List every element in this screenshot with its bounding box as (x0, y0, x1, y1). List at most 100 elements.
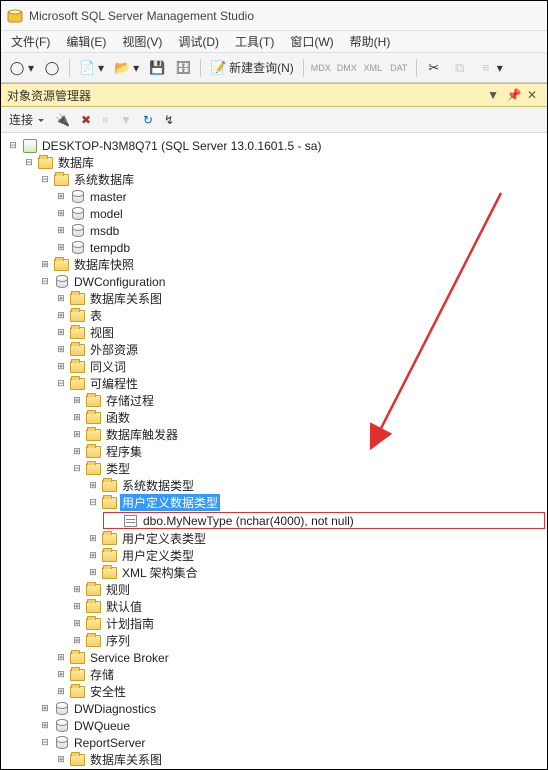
rs-diagram-node[interactable]: ⊞数据库关系图 (55, 751, 545, 768)
expand-icon[interactable]: ⊞ (55, 686, 67, 698)
expand-icon[interactable]: ⊞ (55, 225, 67, 237)
close-panel-button[interactable]: ✕ (523, 86, 541, 104)
collapse-icon[interactable]: ⊟ (39, 737, 51, 749)
mdx-button[interactable]: MDX (309, 58, 333, 78)
security-node[interactable]: ⊞安全性 (55, 683, 545, 700)
menu-view[interactable]: 视图(V) (114, 31, 170, 52)
expand-icon[interactable]: ⊞ (71, 601, 83, 613)
sp-node[interactable]: ⊞存储过程 (71, 392, 545, 409)
nav-back-button[interactable]: ◯▾ (5, 58, 38, 78)
xml-schema-node[interactable]: ⊞XML 架构集合 (87, 564, 545, 581)
expand-icon[interactable]: ⊞ (55, 669, 67, 681)
server-node[interactable]: ⊟DESKTOP-N3M8Q71 (SQL Server 13.0.1601.5… (7, 137, 545, 154)
synonyms-node[interactable]: ⊞同义词 (55, 358, 545, 375)
plans-node[interactable]: ⊞计划指南 (71, 615, 545, 632)
menu-tools[interactable]: 工具(T) (227, 31, 282, 52)
rs-tables-node[interactable]: ⊞表 (55, 768, 545, 769)
expand-icon[interactable]: ⊞ (55, 310, 67, 322)
expand-icon[interactable]: ⊞ (87, 567, 99, 579)
menu-help[interactable]: 帮助(H) (342, 31, 399, 52)
save-all-button[interactable]: 🗄 (171, 58, 195, 78)
expand-icon[interactable]: ⊞ (87, 480, 99, 492)
service-broker-node[interactable]: ⊞Service Broker (55, 649, 545, 666)
seq-node[interactable]: ⊞序列 (71, 632, 545, 649)
expand-icon[interactable]: ⊞ (55, 754, 67, 766)
collapse-icon[interactable]: ⊟ (23, 157, 35, 169)
sync-button[interactable]: ↯ (160, 111, 178, 129)
databases-node[interactable]: ⊟数据库 (23, 154, 545, 171)
expand-icon[interactable]: ⊞ (39, 259, 51, 271)
db-msdb-node[interactable]: ⊞msdb (55, 222, 545, 239)
system-databases-node[interactable]: ⊟系统数据库 (39, 171, 545, 188)
open-button[interactable]: 📂▾ (110, 58, 143, 78)
refresh-button[interactable]: ↻ (139, 111, 157, 129)
disconnect-button[interactable]: 🔌 (51, 111, 74, 129)
menu-file[interactable]: 文件(F) (3, 31, 58, 52)
expand-icon[interactable]: ⊞ (55, 652, 67, 664)
expand-icon[interactable]: ⊞ (39, 703, 51, 715)
menu-debug[interactable]: 调试(D) (170, 31, 227, 52)
collapse-icon[interactable]: ⊟ (39, 174, 51, 186)
expand-icon[interactable]: ⊞ (39, 720, 51, 732)
my-new-type-node[interactable]: ⊞dbo.MyNewType (nchar(4000), not null) (103, 512, 545, 529)
types-node[interactable]: ⊟类型 (71, 460, 545, 477)
udt-node[interactable]: ⊞用户定义类型 (87, 547, 545, 564)
expand-icon[interactable]: ⊞ (71, 446, 83, 458)
func-node[interactable]: ⊞函数 (71, 409, 545, 426)
programmability-node[interactable]: ⊟可编程性 (55, 375, 545, 392)
format-button[interactable]: ≡▾ (474, 58, 507, 78)
menu-edit[interactable]: 编辑(E) (58, 31, 114, 52)
collapse-icon[interactable]: ⊟ (7, 140, 19, 152)
new-file-button[interactable]: 📄▾ (75, 58, 108, 78)
dropdown-arrow-icon[interactable]: ▼ (487, 88, 499, 102)
user-defined-data-types-node[interactable]: ⊟用户定义数据类型 (87, 494, 545, 511)
db-tempdb-node[interactable]: ⊞tempdb (55, 239, 545, 256)
expand-icon[interactable]: ⊞ (55, 191, 67, 203)
nav-fwd-button[interactable]: ◯ (40, 58, 64, 78)
stop-button[interactable]: ✖ (77, 111, 95, 129)
expand-icon[interactable]: ⊞ (71, 412, 83, 424)
dwqueue-node[interactable]: ⊞DWQueue (39, 717, 545, 734)
expand-icon[interactable]: ⊞ (55, 208, 67, 220)
dwconfig-node[interactable]: ⊟DWConfiguration (39, 273, 545, 290)
rules-node[interactable]: ⊞规则 (71, 581, 545, 598)
storage-node[interactable]: ⊞存储 (55, 666, 545, 683)
tables-node[interactable]: ⊞表 (55, 307, 545, 324)
save-button[interactable]: 💾 (145, 58, 169, 78)
copy-button[interactable]: ⧉ (448, 58, 472, 78)
expand-icon[interactable]: ⊞ (55, 327, 67, 339)
trigger-node[interactable]: ⊞数据库触发器 (71, 426, 545, 443)
dwdiag-node[interactable]: ⊞DWDiagnostics (39, 700, 545, 717)
db-diagram-node[interactable]: ⊞数据库关系图 (55, 290, 545, 307)
collapse-icon[interactable]: ⊟ (87, 497, 99, 509)
expand-icon[interactable]: ⊞ (71, 429, 83, 441)
filter-button[interactable]: ≡ (98, 111, 113, 129)
expand-icon[interactable]: ⊞ (55, 293, 67, 305)
assembly-node[interactable]: ⊞程序集 (71, 443, 545, 460)
udtt-node[interactable]: ⊞用户定义表类型 (87, 530, 545, 547)
new-query-button[interactable]: 📝新建查询(N) (206, 57, 298, 78)
menu-window[interactable]: 窗口(W) (282, 31, 341, 52)
snapshot-node[interactable]: ⊞数据库快照 (39, 256, 545, 273)
collapse-icon[interactable]: ⊟ (71, 463, 83, 475)
expand-icon[interactable]: ⊞ (55, 361, 67, 373)
expand-icon[interactable]: ⊞ (71, 618, 83, 630)
collapse-icon[interactable]: ⊟ (55, 378, 67, 390)
collapse-icon[interactable]: ⊟ (39, 276, 51, 288)
cut-button[interactable]: ✂ (422, 58, 446, 78)
dmx-button[interactable]: DMX (335, 58, 359, 78)
db-master-node[interactable]: ⊞master (55, 188, 545, 205)
extres-node[interactable]: ⊞外部资源 (55, 341, 545, 358)
expand-icon[interactable]: ⊞ (87, 533, 99, 545)
views-node[interactable]: ⊞视图 (55, 324, 545, 341)
defaults-node[interactable]: ⊞默认值 (71, 598, 545, 615)
filter2-button[interactable]: ▼ (116, 111, 136, 129)
expand-icon[interactable]: ⊞ (87, 550, 99, 562)
db-model-node[interactable]: ⊞model (55, 205, 545, 222)
expand-icon[interactable]: ⊞ (71, 635, 83, 647)
expand-icon[interactable]: ⊞ (71, 584, 83, 596)
expand-icon[interactable]: ⊞ (71, 395, 83, 407)
object-explorer-tree[interactable]: ⊟DESKTOP-N3M8Q71 (SQL Server 13.0.1601.5… (1, 133, 547, 769)
dat-button[interactable]: DAT (387, 58, 411, 78)
sys-types-node[interactable]: ⊞系统数据类型 (87, 477, 545, 494)
